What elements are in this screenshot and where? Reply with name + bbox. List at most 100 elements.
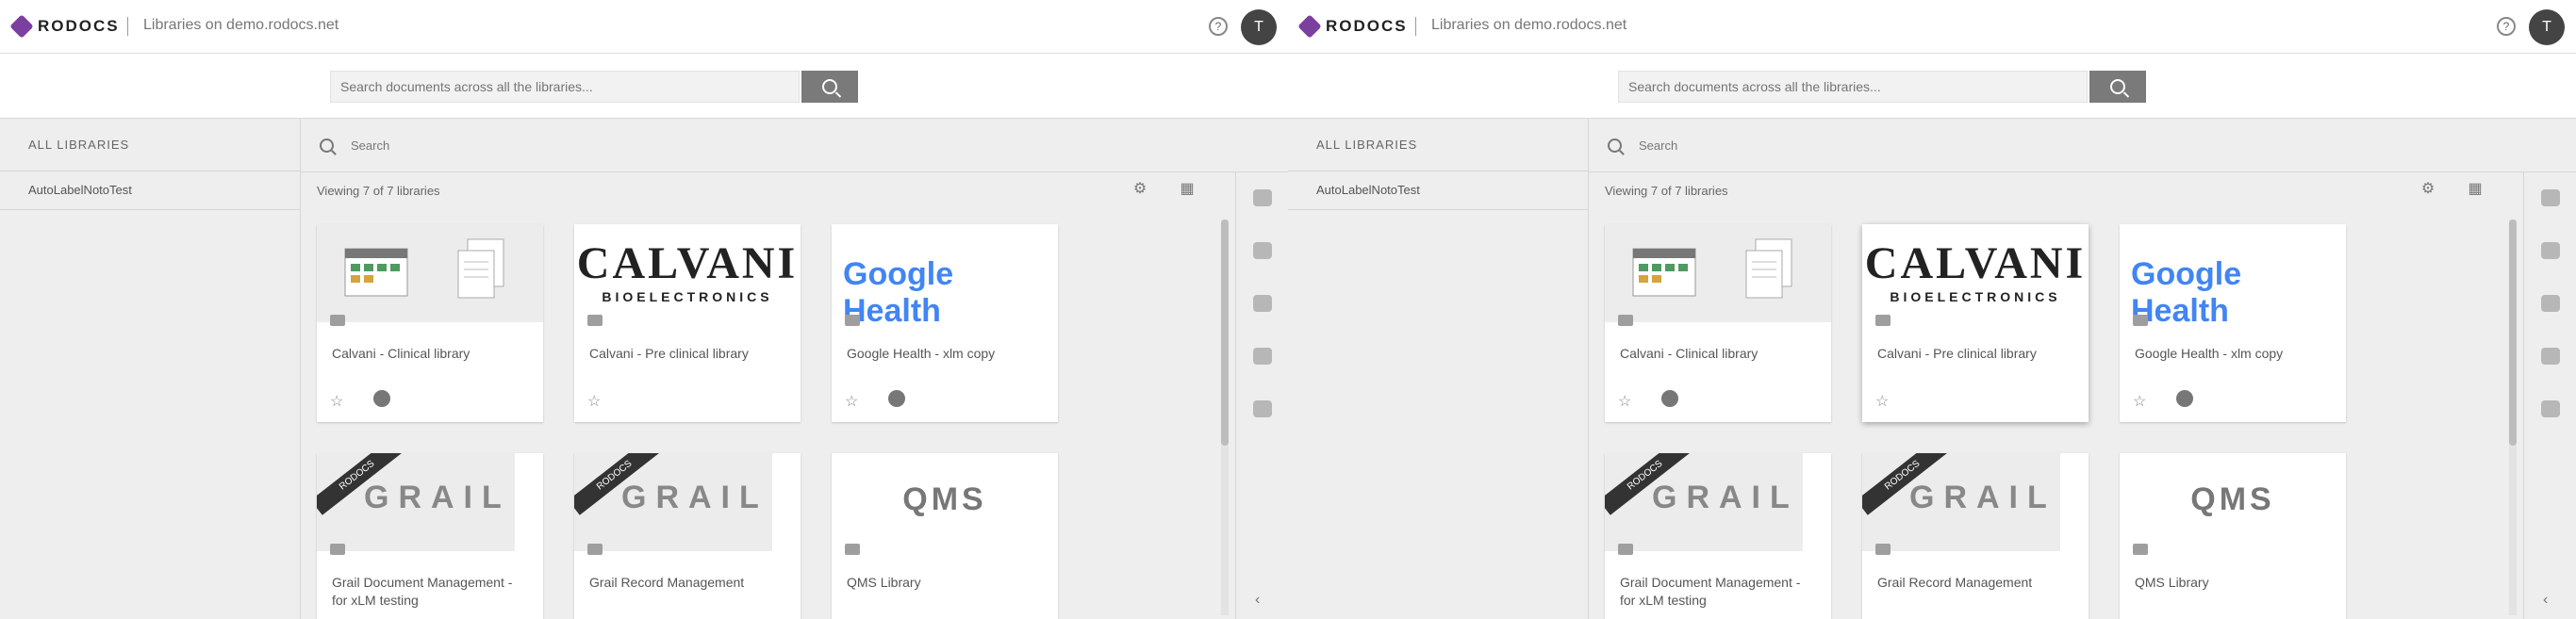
global-search-band xyxy=(0,54,1288,119)
top-bar: RODOCS Libraries on demo.rodocs.net ? T xyxy=(0,0,1288,54)
filter-icon[interactable]: ⚙ xyxy=(1131,180,1149,199)
rail-tool-icon[interactable] xyxy=(1253,400,1272,417)
rail-tool-icon[interactable] xyxy=(1253,295,1272,312)
help-icon[interactable]: ? xyxy=(2497,17,2516,36)
global-search-input[interactable] xyxy=(330,71,800,103)
library-type-icon xyxy=(587,315,603,326)
library-card[interactable]: Calvani - Clinical library ☆ xyxy=(1605,224,1831,422)
library-grid: Viewing 7 of 7 libraries ⚙ ▦ Calvani - C… xyxy=(1589,172,2522,619)
rail-tool-icon[interactable] xyxy=(1253,242,1272,259)
card-title: Calvani - Pre clinical library xyxy=(1877,346,2037,361)
library-card[interactable]: QMS QMS Library xyxy=(832,453,1058,619)
global-search-input[interactable] xyxy=(1618,71,2088,103)
logo[interactable]: RODOCS xyxy=(1297,14,1416,39)
library-type-icon xyxy=(1618,315,1633,326)
search-button[interactable] xyxy=(2089,71,2146,103)
card-image: QMS xyxy=(2120,453,2346,551)
card-image: RODOCS GRAIL xyxy=(1605,453,1803,551)
library-card[interactable]: Google Health Google Health - xlm copy ☆ xyxy=(2120,224,2346,422)
sidebar-header[interactable]: ALL LIBRARIES xyxy=(1288,119,1588,171)
library-card[interactable]: CALVANI BIOELECTRONICS Calvani - Pre cli… xyxy=(574,224,801,422)
search-icon xyxy=(2110,79,2125,94)
more-options-icon[interactable] xyxy=(2176,390,2193,407)
library-card[interactable]: RODOCS GRAIL Grail Record Management xyxy=(574,453,801,619)
sidebar-item-autolabelnototest[interactable]: AutoLabelNotoTest xyxy=(1288,171,1588,210)
library-card[interactable]: CALVANI BIOELECTRONICS Calvani - Pre cli… xyxy=(1862,224,2089,422)
library-filter-bar: Search xyxy=(1589,119,2576,172)
card-image: Google Health xyxy=(832,224,1058,322)
scrollbar[interactable] xyxy=(1221,220,1229,615)
star-icon[interactable]: ☆ xyxy=(587,392,601,411)
rail-tool-icon[interactable] xyxy=(2541,189,2560,206)
library-type-icon xyxy=(845,544,860,555)
help-icon[interactable]: ? xyxy=(1209,17,1228,36)
library-card[interactable]: RODOCS GRAIL Grail Document Management -… xyxy=(1605,453,1831,619)
rail-tool-icon[interactable] xyxy=(1253,189,1272,206)
library-card[interactable]: RODOCS GRAIL Grail Document Management -… xyxy=(317,453,543,619)
sidebar: ALL LIBRARIES AutoLabelNotoTest xyxy=(0,119,301,619)
card-title: Grail Document Management - for xLM test… xyxy=(332,575,513,608)
library-filter-bar: Search xyxy=(301,119,1288,172)
viewing-count: Viewing 7 of 7 libraries xyxy=(1605,184,1728,198)
logo[interactable]: RODOCS xyxy=(9,14,128,39)
scrollbar[interactable] xyxy=(2509,220,2517,615)
library-card[interactable]: RODOCS GRAIL Grail Record Management xyxy=(1862,453,2089,619)
logo-mark-icon xyxy=(9,14,34,39)
rail-tool-icon[interactable] xyxy=(2541,348,2560,365)
star-icon[interactable]: ☆ xyxy=(845,392,858,411)
grid-view-icon[interactable]: ▦ xyxy=(1178,180,1197,199)
star-icon[interactable]: ☆ xyxy=(1618,392,1631,411)
star-icon[interactable]: ☆ xyxy=(330,392,343,411)
calvani-logo-text: CALVANI xyxy=(1864,238,2087,288)
library-grid: Viewing 7 of 7 libraries ⚙ ▦ Calvani - C… xyxy=(301,172,1234,619)
grail-logo-text: GRAIL xyxy=(1652,480,1799,515)
star-icon[interactable]: ☆ xyxy=(1875,392,1889,411)
filter-icon[interactable]: ⚙ xyxy=(2419,180,2437,199)
card-title: Grail Document Management - for xLM test… xyxy=(1620,575,1801,608)
more-options-icon[interactable] xyxy=(888,390,905,407)
rail-tool-icon[interactable] xyxy=(2541,295,2560,312)
qms-logo-text: QMS xyxy=(902,481,987,517)
collapse-chevron-icon[interactable]: ‹ xyxy=(2543,592,2548,609)
scrollbar-thumb[interactable] xyxy=(1221,220,1229,446)
card-image: Google Health xyxy=(2120,224,2346,322)
card-image: RODOCS GRAIL xyxy=(317,453,515,551)
card-title: Google Health - xlm copy xyxy=(2135,346,2284,361)
scrollbar-thumb[interactable] xyxy=(2509,220,2517,446)
calvani-logo-subtext: BIOELECTRONICS xyxy=(602,289,773,304)
library-card[interactable]: QMS QMS Library xyxy=(2120,453,2346,619)
logo-mark-icon xyxy=(1297,14,1322,39)
filter-search-icon xyxy=(1608,138,1622,153)
library-filter-input[interactable]: Search xyxy=(351,138,389,153)
card-image xyxy=(1605,224,1831,322)
search-button[interactable] xyxy=(801,71,858,103)
grid-view-icon[interactable]: ▦ xyxy=(2466,180,2485,199)
app-pane-right: RODOCS Libraries on demo.rodocs.net ? T … xyxy=(1288,0,2576,619)
more-options-icon[interactable] xyxy=(1661,390,1678,407)
sidebar-header[interactable]: ALL LIBRARIES xyxy=(0,119,300,171)
collapse-chevron-icon[interactable]: ‹ xyxy=(1255,592,1260,609)
logo-text: RODOCS xyxy=(1326,17,1408,35)
library-filter-input[interactable]: Search xyxy=(1639,138,1677,153)
card-image: CALVANI BIOELECTRONICS xyxy=(1862,224,2089,322)
avatar[interactable]: T xyxy=(1241,9,1277,45)
qms-logo-text: QMS xyxy=(2190,481,2275,517)
avatar[interactable]: T xyxy=(2529,9,2565,45)
sidebar-item-autolabelnototest[interactable]: AutoLabelNotoTest xyxy=(0,171,300,210)
rail-tool-icon[interactable] xyxy=(1253,348,1272,365)
library-card[interactable]: Calvani - Clinical library ☆ xyxy=(317,224,543,422)
rail-tool-icon[interactable] xyxy=(2541,400,2560,417)
library-type-icon xyxy=(1875,315,1891,326)
card-image: RODOCS GRAIL xyxy=(574,453,772,551)
library-type-icon xyxy=(330,315,345,326)
rail-tool-icon[interactable] xyxy=(2541,242,2560,259)
card-title: Grail Record Management xyxy=(589,575,745,590)
star-icon[interactable]: ☆ xyxy=(2133,392,2146,411)
filter-search-icon xyxy=(320,138,334,153)
top-bar: RODOCS Libraries on demo.rodocs.net ? T xyxy=(1288,0,2576,54)
card-title: Calvani - Pre clinical library xyxy=(589,346,749,361)
logo-divider xyxy=(1414,17,1416,36)
library-card[interactable]: Google Health Google Health - xlm copy ☆ xyxy=(832,224,1058,422)
more-options-icon[interactable] xyxy=(373,390,390,407)
card-image xyxy=(317,224,543,322)
